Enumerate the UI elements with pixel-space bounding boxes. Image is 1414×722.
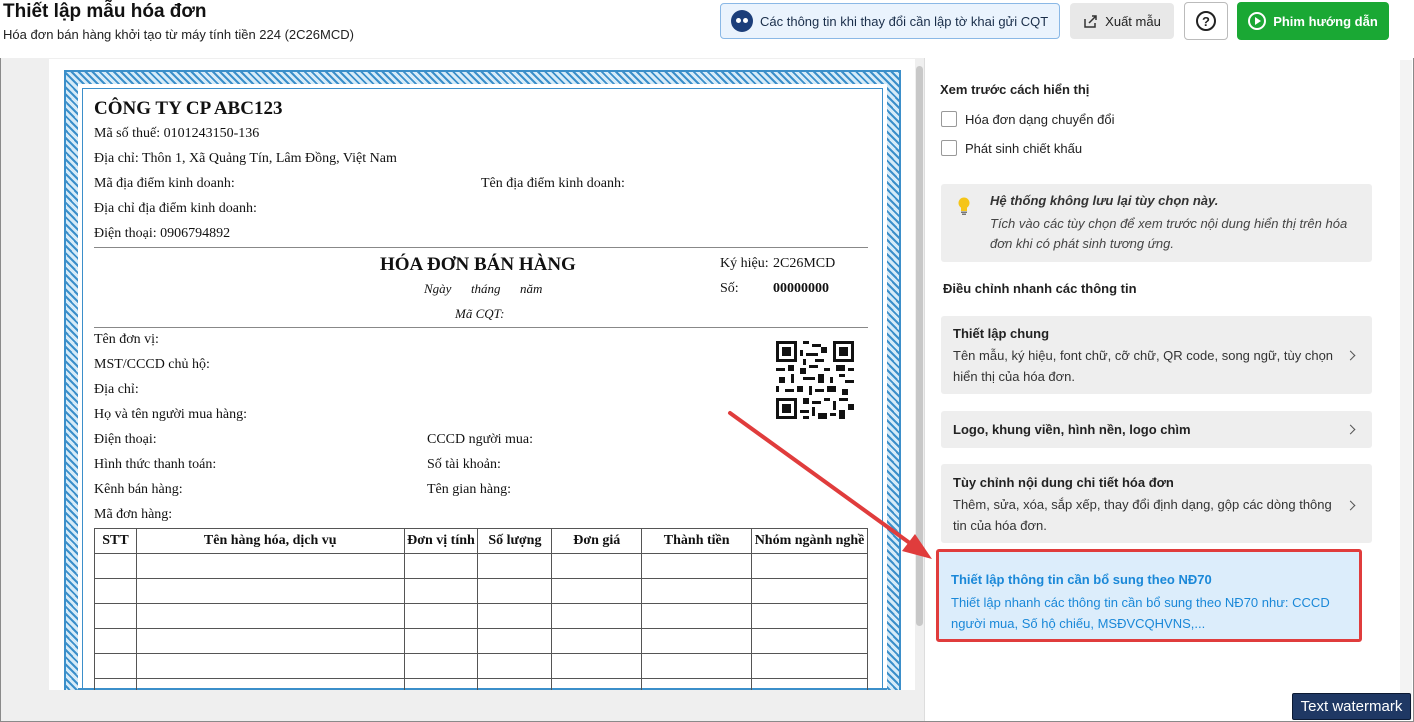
- panel-scrollbar[interactable]: [1400, 60, 1412, 720]
- card-logo-border[interactable]: Logo, khung viền, hình nền, logo chìm: [941, 411, 1372, 448]
- qr-code: [776, 341, 854, 419]
- card-title: Thiết lập thông tin cần bổ sung theo NĐ7…: [951, 572, 1212, 587]
- number-value: 00000000: [773, 281, 829, 296]
- col-amount: Thành tiền: [641, 528, 753, 554]
- buyer-tax-code: MST/CCCD chủ hộ:: [94, 357, 210, 372]
- page-title: Thiết lập mẫu hóa đơn: [3, 1, 207, 22]
- symbol-value: 2C26MCD: [773, 256, 836, 271]
- buyer-address: Địa chỉ:: [94, 382, 139, 397]
- business-location-address: Địa chỉ địa điểm kinh doanh:: [94, 201, 257, 216]
- card-desc: Thiết lập nhanh các thông tin cần bổ sun…: [951, 595, 1330, 631]
- option-label: Hóa đơn dạng chuyển đổi: [965, 111, 1115, 127]
- order-code: Mã đơn hàng:: [94, 507, 173, 522]
- table-row: [94, 628, 868, 654]
- canvas-bottom: [1, 690, 924, 721]
- export-template-button[interactable]: Xuất mẫu: [1070, 3, 1174, 39]
- number-label: Số:: [720, 281, 739, 296]
- business-location-code: Mã địa điểm kinh doanh:: [94, 176, 235, 191]
- export-label: Xuất mẫu: [1105, 13, 1161, 29]
- card-detail-content[interactable]: Tùy chỉnh nội dung chi tiết hóa đơn Thêm…: [941, 464, 1372, 543]
- preview-scrollbar[interactable]: [916, 66, 923, 626]
- cqt-info-button[interactable]: Các thông tin khi thay đổi cần lập tờ kh…: [720, 3, 1060, 39]
- symbol-label: Ký hiệu:: [720, 256, 769, 271]
- seller-address: Địa chỉ: Thôn 1, Xã Quảng Tín, Lâm Đồng,…: [94, 151, 397, 166]
- table-row: [94, 653, 868, 679]
- cqt-code: Mã CQT:: [455, 306, 505, 321]
- card-desc: Thêm, sửa, xóa, sắp xếp, thay đổi định d…: [953, 497, 1332, 533]
- items-table: STT Tên hàng hóa, dịch vụ Đơn vị tính Số…: [94, 528, 868, 704]
- company-name: CÔNG TY CP ABC123: [94, 98, 283, 119]
- chevron-right-icon: [1345, 424, 1356, 435]
- option-converted-invoice[interactable]: Hóa đơn dạng chuyển đổi: [941, 111, 1114, 127]
- export-icon: [1084, 15, 1097, 28]
- note-body: Tích vào các tùy chọn để xem trước nội d…: [990, 216, 1348, 251]
- seller-tax-code: Mã số thuế: 0101243150-136: [94, 126, 260, 141]
- chevron-right-icon: [1345, 350, 1356, 361]
- robot-icon: [731, 10, 753, 32]
- buyer-id: CCCD người mua:: [427, 432, 533, 447]
- card-desc: Tên mẫu, ký hiệu, font chữ, cỡ chữ, QR c…: [953, 348, 1334, 384]
- items-table-header: STT Tên hàng hóa, dịch vụ Đơn vị tính Số…: [94, 528, 868, 554]
- card-title: Logo, khung viền, hình nền, logo chìm: [953, 422, 1191, 437]
- col-item-name: Tên hàng hóa, dịch vụ: [135, 528, 405, 554]
- col-unit: Đơn vị tính: [403, 528, 479, 554]
- buyer-unit: Tên đơn vị:: [94, 332, 159, 347]
- option-label: Phát sinh chiết khấu: [965, 140, 1083, 156]
- account-number: Số tài khoản:: [427, 457, 501, 472]
- table-row: [94, 553, 868, 579]
- panel-divider: [924, 58, 925, 721]
- col-industry-group: Nhóm ngành nghề: [751, 528, 868, 554]
- invoice-date: Ngày tháng năm: [424, 281, 543, 296]
- play-icon: [1248, 12, 1267, 30]
- cqt-info-label: Các thông tin khi thay đổi cần lập tờ kh…: [760, 13, 1049, 29]
- buyer-name: Họ và tên người mua hàng:: [94, 407, 248, 422]
- note-title: Hệ thống không lưu lại tùy chọn này.: [990, 193, 1219, 208]
- seller-phone: Điện thoại: 0906794892: [94, 226, 231, 241]
- store-name: Tên gian hàng:: [427, 482, 511, 497]
- card-title: Thiết lập chung: [953, 326, 1050, 341]
- text-watermark: Text watermark: [1292, 693, 1411, 720]
- quick-adjust-title: Điều chỉnh nhanh các thông tin: [943, 281, 1137, 296]
- sales-channel: Kênh bán hàng:: [94, 482, 183, 497]
- seller-divider: [94, 247, 868, 248]
- preview-options-title: Xem trước cách hiển thị: [940, 82, 1090, 97]
- chevron-right-icon: [1345, 500, 1356, 511]
- help-button[interactable]: ?: [1184, 2, 1228, 40]
- col-stt: STT: [94, 528, 137, 554]
- invoice-title: HÓA ĐƠN BÁN HÀNG: [380, 254, 576, 275]
- checkbox[interactable]: [941, 140, 957, 156]
- col-unit-price: Đơn giá: [551, 528, 643, 554]
- card-general-settings[interactable]: Thiết lập chung Tên mẫu, ký hiệu, font c…: [941, 316, 1372, 394]
- card-nd70-settings[interactable]: Thiết lập thông tin cần bổ sung theo NĐ7…: [936, 549, 1362, 642]
- option-discount[interactable]: Phát sinh chiết khấu: [941, 140, 1082, 156]
- question-icon: ?: [1196, 11, 1216, 31]
- checkbox[interactable]: [941, 111, 957, 127]
- business-location-name: Tên địa điểm kinh doanh:: [481, 176, 625, 191]
- page-subtitle: Hóa đơn bán hàng khởi tạo từ máy tính ti…: [3, 27, 354, 42]
- info-note: Hệ thống không lưu lại tùy chọn này. Tíc…: [941, 184, 1372, 262]
- lightbulb-icon: [958, 197, 970, 215]
- payment-method: Hình thức thanh toán:: [94, 457, 217, 472]
- video-guide-button[interactable]: Phim hướng dẫn: [1237, 2, 1389, 40]
- header-bar: Thiết lập mẫu hóa đơn Hóa đơn bán hàng k…: [0, 0, 1414, 58]
- table-row: [94, 603, 868, 629]
- video-guide-label: Phim hướng dẫn: [1273, 13, 1378, 29]
- card-title: Tùy chỉnh nội dung chi tiết hóa đơn: [953, 475, 1174, 490]
- buyer-phone: Điện thoại:: [94, 432, 157, 447]
- col-quantity: Số lượng: [477, 528, 553, 554]
- title-divider: [94, 327, 868, 328]
- table-row: [94, 578, 868, 604]
